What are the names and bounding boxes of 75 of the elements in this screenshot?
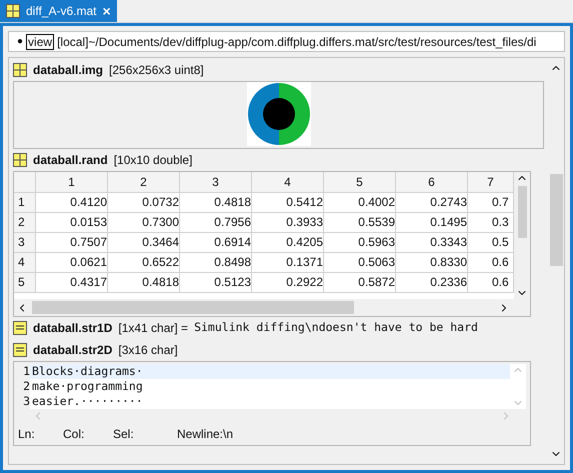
table-cell: 0.3343 (396, 233, 468, 252)
text-file-icon (13, 343, 27, 357)
file-tab[interactable]: diff_A-v6.mat × (0, 0, 117, 22)
table-cell: 0.7300 (108, 213, 180, 232)
variable-name: databall.str2D (33, 342, 112, 359)
status-label: Col: (63, 426, 86, 443)
table-cell: 0.6914 (180, 233, 252, 252)
table-cell: 0.8330 (396, 253, 468, 272)
column-header[interactable]: 4 (252, 172, 324, 192)
table-cell: 0.5063 (324, 253, 396, 272)
line-text: easier.········· (32, 394, 143, 409)
variable-info: [256x256x3 uint8] (109, 62, 204, 79)
table-cell: 0.4002 (324, 193, 396, 212)
table-cell: 0.4317 (36, 273, 108, 292)
variable-info: [1x41 char] = (118, 320, 188, 337)
vertical-scrollbar[interactable] (514, 172, 530, 299)
table-cell: 0.4818 (108, 273, 180, 292)
variable-name: databall.img (33, 62, 104, 79)
table-cell: 0.0153 (36, 213, 108, 232)
table-cell: 0.7507 (36, 233, 108, 252)
table-cell: 0.8498 (180, 253, 252, 272)
table-cell: 0.3464 (108, 233, 180, 252)
file-path: [local]~/Documents/dev/diffplug-app/com.diffplug.differs.mat/src/test/resources/test_files/di (57, 34, 536, 50)
variable-name: databall.rand (33, 152, 108, 169)
scrollbar-thumb[interactable] (550, 174, 562, 266)
line-number: 2 (18, 379, 30, 394)
table-cell: 0.0732 (108, 193, 180, 212)
column-header[interactable]: 6 (396, 172, 468, 192)
table-cell: 0.6522 (108, 253, 180, 272)
line-text: Blocks·diagrams· (32, 364, 143, 379)
column-header[interactable]: 1 (36, 172, 108, 192)
status-label: Sel: (113, 426, 135, 443)
scrollbar-thumb[interactable] (518, 186, 526, 238)
view-mode-button[interactable]: view (26, 34, 54, 50)
table-cell: 0.2336 (396, 273, 468, 292)
text-file-icon (13, 321, 27, 335)
table-cell: 0.5412 (252, 193, 324, 212)
row-header[interactable]: 1 (14, 193, 36, 212)
table-cell: 0.2743 (396, 193, 468, 212)
variable-name: databall.str1D (33, 320, 112, 337)
table-cell: 0.5123 (180, 273, 252, 292)
table-cell: 0.3933 (252, 213, 324, 232)
row-header[interactable]: 3 (14, 233, 36, 252)
close-icon[interactable]: × (102, 0, 111, 22)
column-header[interactable]: 2 (108, 172, 180, 192)
row-header[interactable]: 2 (14, 213, 36, 232)
variable-info: [3x16 char] (118, 342, 178, 359)
row-header[interactable]: 4 (14, 253, 36, 272)
grid-icon (13, 153, 27, 167)
table-cell: 0.5539 (324, 213, 396, 232)
table-cell: 0.2922 (252, 273, 324, 292)
grid-icon (6, 4, 20, 18)
table-cell: 0.4120 (36, 193, 108, 212)
status-label: Ln: (18, 426, 36, 443)
grid-icon (13, 63, 27, 77)
table-cell: 0.0621 (36, 253, 108, 272)
scrollbar-thumb[interactable] (32, 301, 354, 314)
table-cell: 0.4818 (180, 193, 252, 212)
table-cell: 0.1371 (252, 253, 324, 272)
string-value: Simulink diffing\ndoesn't have to be hard (194, 319, 478, 336)
table-cell: 0.1495 (396, 213, 468, 232)
table-cell: 0.4205 (252, 233, 324, 252)
line-number: 3 (18, 394, 30, 409)
status-label: Newline:\n (177, 426, 234, 443)
table-cell: 0.7956 (180, 213, 252, 232)
column-header[interactable]: 3 (180, 172, 252, 192)
row-header[interactable]: 5 (14, 273, 36, 292)
status-dot: ● (17, 35, 24, 49)
table-cell: 0.5963 (324, 233, 396, 252)
line-number: 1 (18, 364, 30, 379)
table-cell: 0.5872 (324, 273, 396, 292)
column-header[interactable]: 5 (324, 172, 396, 192)
line-text: make·programming (32, 379, 143, 394)
variable-info: [10x10 double] (114, 152, 192, 169)
horizontal-scrollbar[interactable] (14, 299, 530, 316)
